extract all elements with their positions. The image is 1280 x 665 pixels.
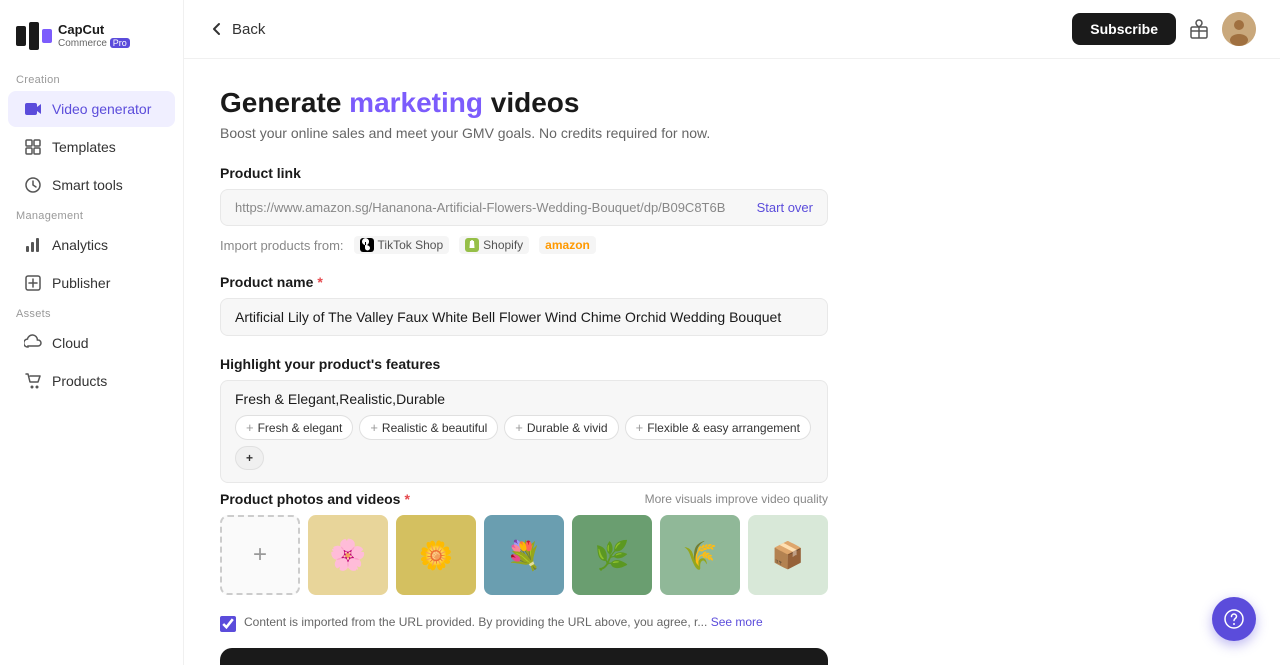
- back-button[interactable]: Back: [208, 20, 265, 38]
- topbar-right: Subscribe: [1072, 12, 1256, 46]
- sidebar-item-label: Analytics: [52, 237, 108, 253]
- topbar: Back Subscribe: [184, 0, 1280, 59]
- product-url-text: https://www.amazon.sg/Hananona-Artificia…: [235, 200, 749, 215]
- creation-section-label: Creation: [0, 68, 183, 90]
- consent-text: Content is imported from the URL provide…: [244, 615, 763, 629]
- sidebar-item-label: Products: [52, 373, 107, 389]
- required-indicator: *: [404, 491, 409, 507]
- feature-tag-more[interactable]: +: [235, 446, 264, 470]
- consent-row: Content is imported from the URL provide…: [220, 615, 828, 632]
- sidebar-item-cloud[interactable]: Cloud: [8, 325, 175, 361]
- feature-tag-fresh[interactable]: + Fresh & elegant: [235, 415, 353, 440]
- page-content: Generate marketing videos Boost your onl…: [184, 59, 864, 665]
- products-icon: [24, 372, 42, 390]
- help-fab[interactable]: [1212, 597, 1256, 641]
- photo-item[interactable]: 💐: [484, 515, 564, 595]
- start-over-link[interactable]: Start over: [757, 200, 813, 215]
- sidebar-item-products[interactable]: Products: [8, 363, 175, 399]
- amazon-badge[interactable]: amazon: [539, 236, 596, 254]
- publisher-icon: [24, 274, 42, 292]
- tiktok-icon: [360, 238, 374, 252]
- heading-prefix: Generate: [220, 87, 349, 118]
- logo-sub: Commerce Pro: [58, 38, 130, 49]
- gift-icon: [1188, 18, 1210, 40]
- product-link-field: https://www.amazon.sg/Hananona-Artificia…: [220, 189, 828, 226]
- feature-tag-realistic[interactable]: + Realistic & beautiful: [359, 415, 498, 440]
- heading-suffix: videos: [483, 87, 579, 118]
- analytics-icon: [24, 236, 42, 254]
- logo-name: CapCut: [58, 23, 130, 37]
- gift-button[interactable]: [1188, 18, 1210, 40]
- cloud-icon: [24, 334, 42, 352]
- templates-icon: [24, 138, 42, 156]
- logo: CapCut Commerce Pro: [0, 12, 183, 68]
- tiktok-shop-badge[interactable]: TikTok Shop: [354, 236, 450, 254]
- photos-grid: + 🌸 🌼 💐 🌿 🌾 📦: [220, 515, 828, 599]
- product-name-label: Product name *: [220, 274, 828, 290]
- logo-icon: [16, 22, 52, 50]
- back-label: Back: [232, 21, 265, 38]
- generate-button[interactable]: Generate: [220, 648, 828, 665]
- smart-tools-icon: [24, 176, 42, 194]
- back-icon: [208, 20, 226, 38]
- photo-item[interactable]: 📦: [748, 515, 828, 595]
- consent-checkbox[interactable]: [220, 616, 236, 632]
- features-input[interactable]: [235, 391, 813, 407]
- product-link-label: Product link: [220, 165, 828, 181]
- photo-item[interactable]: 🌸: [308, 515, 388, 595]
- features-wrapper: + Fresh & elegant + Realistic & beautifu…: [220, 380, 828, 483]
- product-name-input[interactable]: [220, 298, 828, 336]
- video-generator-icon: [24, 100, 42, 118]
- photo-item[interactable]: 🌼: [396, 515, 476, 595]
- help-icon: [1224, 609, 1244, 629]
- import-row: Import products from: TikTok Shop Shopif…: [220, 236, 828, 254]
- sidebar-item-label: Video generator: [52, 101, 151, 117]
- photos-header: Product photos and videos * More visuals…: [220, 491, 828, 507]
- sidebar-item-video-generator[interactable]: Video generator: [8, 91, 175, 127]
- management-section-label: Management: [0, 204, 183, 226]
- photos-hint: More visuals improve video quality: [645, 492, 828, 506]
- sidebar-item-label: Templates: [52, 139, 116, 155]
- main-content: Back Subscribe Ge: [184, 0, 1280, 665]
- see-more-link[interactable]: See more: [711, 615, 763, 629]
- sidebar: CapCut Commerce Pro Creation Video gener…: [0, 0, 184, 665]
- import-label: Import products from:: [220, 238, 344, 253]
- photo-item[interactable]: 🌾: [660, 515, 740, 595]
- feature-tag-durable[interactable]: + Durable & vivid: [504, 415, 618, 440]
- page-subtitle: Boost your online sales and meet your GM…: [220, 125, 828, 141]
- page-heading: Generate marketing videos: [220, 87, 828, 119]
- photos-label: Product photos and videos *: [220, 491, 410, 507]
- shopify-badge[interactable]: Shopify: [459, 236, 529, 254]
- features-label: Highlight your product's features: [220, 356, 828, 372]
- feature-tag-flexible[interactable]: + Flexible & easy arrangement: [625, 415, 811, 440]
- assets-section-label: Assets: [0, 302, 183, 324]
- subscribe-button[interactable]: Subscribe: [1072, 13, 1176, 45]
- avatar[interactable]: [1222, 12, 1256, 46]
- sidebar-item-publisher[interactable]: Publisher: [8, 265, 175, 301]
- sidebar-item-templates[interactable]: Templates: [8, 129, 175, 165]
- shopify-icon: [465, 238, 479, 252]
- sidebar-item-label: Smart tools: [52, 177, 123, 193]
- sidebar-item-label: Publisher: [52, 275, 110, 291]
- heading-accent: marketing: [349, 87, 483, 118]
- add-photo-button[interactable]: +: [220, 515, 300, 595]
- photo-item[interactable]: 🌿: [572, 515, 652, 595]
- sidebar-item-smart-tools[interactable]: Smart tools: [8, 167, 175, 203]
- sidebar-item-analytics[interactable]: Analytics: [8, 227, 175, 263]
- feature-tags: + Fresh & elegant + Realistic & beautifu…: [235, 415, 813, 476]
- required-indicator: *: [317, 274, 322, 290]
- sidebar-item-label: Cloud: [52, 335, 89, 351]
- avatar-image: [1222, 12, 1256, 46]
